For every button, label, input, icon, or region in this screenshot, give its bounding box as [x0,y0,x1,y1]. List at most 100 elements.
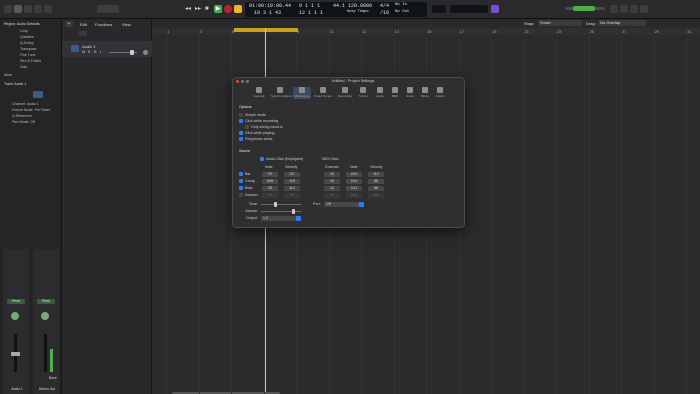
group-midi-note-field[interactable]: C#1 [346,179,362,184]
grid-line [556,33,557,394]
drag-select[interactable]: No Overlap [598,20,646,26]
region-more[interactable]: More [4,73,60,78]
tab-recording[interactable]: Recording [336,87,354,99]
fader-knob-left[interactable] [11,352,20,356]
track-pan-knob[interactable] [143,50,148,55]
audio-click-checkbox[interactable] [260,157,264,161]
loop-browser-icon[interactable] [630,5,638,13]
list-editors-icon[interactable] [610,5,618,13]
track-header[interactable]: Track: Audio 1 [4,82,60,87]
input-monitor-button[interactable]: I [100,50,101,54]
bounce-button[interactable]: Bnce [49,376,57,380]
record-button[interactable] [224,5,232,13]
beat-midi-velocity-field[interactable]: 88 [368,186,384,191]
only-count-in-checkbox[interactable] [245,125,249,129]
forward-icon[interactable]: ▸▸ [195,5,203,13]
track-header-row[interactable]: Audio 1 M S R I [62,41,152,57]
tab-tuning[interactable]: Tuning [354,87,372,99]
tab-assets[interactable]: Assets [431,87,449,99]
beat-checkbox[interactable] [239,186,243,190]
global-tracks-button[interactable] [79,31,87,36]
beat-velocity-field[interactable]: 112 [284,186,300,191]
close-icon[interactable] [236,80,239,83]
dialog-title: Untitled - Project Settings [331,79,375,83]
division-checkbox[interactable] [239,193,243,197]
lcd-display[interactable]: 01:00:19:00.44 10 3 1 43 9 1 1 1 12 1 1 … [245,2,427,17]
browsers-icon[interactable] [640,5,648,13]
region-row: Gain [20,65,28,69]
bar-midi-note-field[interactable]: C#1 [346,172,362,177]
output-select[interactable]: 1-2 [261,216,301,221]
division-midi-note-field[interactable]: C#1 [346,193,362,198]
tone-slider-knob[interactable] [274,202,277,207]
minimize-icon[interactable] [241,80,244,83]
volume-slider-knob[interactable] [292,209,295,214]
track-name[interactable]: Audio 1 [82,44,96,49]
pan-knob-left[interactable] [11,312,19,320]
record-enable-button[interactable]: R [94,50,97,54]
add-track-button[interactable]: + [65,21,73,27]
inspector-icon[interactable] [14,5,22,13]
menu-functions[interactable]: Functions [95,22,112,27]
mute-button[interactable]: M [82,50,85,54]
tab-synchronization[interactable]: Synchronization [271,87,292,99]
division-note-field[interactable]: C5 [262,193,278,198]
automation-read-right[interactable]: Read [37,299,55,304]
stop-icon[interactable]: ■ [205,5,213,13]
editors-icon[interactable] [44,5,52,13]
bar-checkbox[interactable] [239,172,243,176]
ruler-tick-label: 19 [492,29,497,34]
group-channel-field[interactable]: 10 [324,179,340,184]
library-icon[interactable] [4,5,12,13]
beat-note-field[interactable]: C5 [262,186,278,191]
region-header[interactable]: Region: Audio Defaults [4,22,60,27]
beat-channel-field[interactable]: 10 [324,186,340,191]
tab-smart-tempo[interactable]: Smart Tempo [314,87,332,99]
click-while-playing-checkbox[interactable] [239,131,243,135]
bar-channel-field[interactable]: 10 [324,172,340,177]
volume-slider[interactable] [261,211,301,212]
tone-slider[interactable] [261,204,301,205]
group-checkbox[interactable] [239,179,243,183]
grid-line [198,33,200,394]
solo-button[interactable]: S [88,50,90,54]
tab-general[interactable]: General [250,87,268,99]
lcd-sub: 10 3 1 43 [254,10,282,16]
group-velocity-field[interactable]: 119 [284,179,300,184]
zoom-icon[interactable] [246,80,249,83]
bar-note-field[interactable]: F5 [262,172,278,177]
play-button[interactable]: ▶ [214,5,222,13]
master-volume-fill [573,6,595,11]
rewind-icon[interactable]: ◂◂ [185,5,193,13]
division-channel-field[interactable]: 10 [324,193,340,198]
bar-velocity-field[interactable]: 127 [284,172,300,177]
smart-controls-icon[interactable] [24,5,32,13]
tuner-icon[interactable] [491,5,499,13]
automation-read-left[interactable]: Read [7,299,25,304]
track-volume-knob[interactable] [130,50,134,55]
cycle-button[interactable] [234,5,242,13]
menu-edit[interactable]: Edit [80,22,87,27]
group-midi-velocity-field[interactable]: 88 [368,179,384,184]
menu-view[interactable]: View [122,22,131,27]
bar-midi-velocity-field[interactable]: 112 [368,172,384,177]
tab-metronome[interactable]: Metronome [293,87,311,99]
control-bar: ◂◂ ▸▸ ■ ▶ 01:00:19:00.44 10 3 1 43 9 1 1… [0,0,700,19]
beat-midi-note-field[interactable]: C#1 [346,186,362,191]
group-note-field[interactable]: D#5 [262,179,278,184]
division-midi-velocity-field[interactable]: 88 [368,193,384,198]
click-while-recording-checkbox[interactable] [239,119,243,123]
level-meter-right [50,349,53,372]
output-label: Output: [246,216,258,220]
snap-select[interactable]: Smart [538,20,582,26]
port-select[interactable]: Off [324,202,364,207]
pan-knob-right[interactable] [41,312,49,320]
division-velocity-field[interactable]: 82 [284,193,300,198]
mixer-icon[interactable] [34,5,42,13]
polyphonic-clicks-checkbox[interactable] [239,137,243,141]
simple-mode-checkbox[interactable] [239,113,243,117]
notepad-icon[interactable] [620,5,628,13]
info-buttons[interactable] [97,5,119,13]
fader-right[interactable] [44,334,47,372]
track-icon[interactable] [33,91,43,98]
